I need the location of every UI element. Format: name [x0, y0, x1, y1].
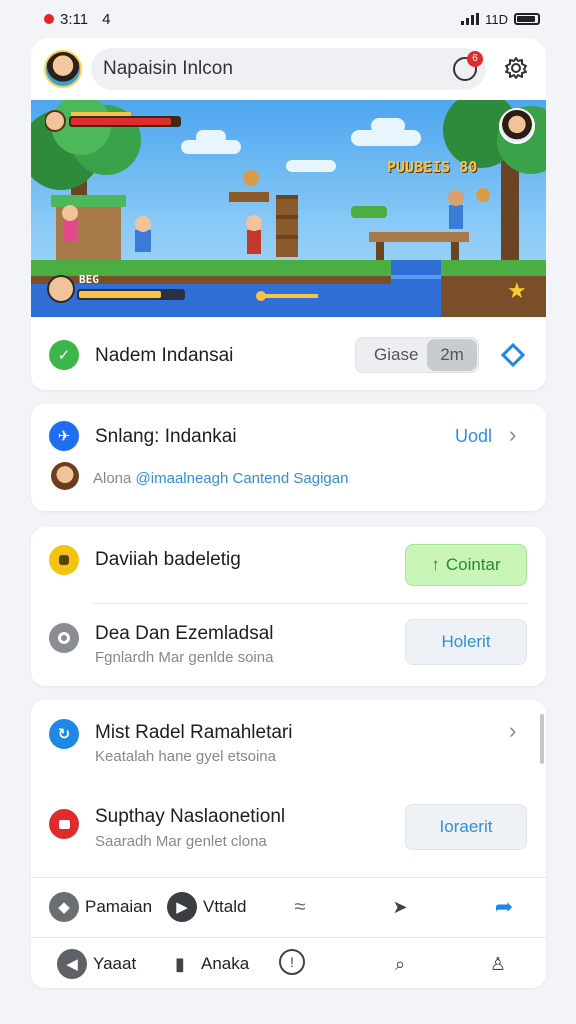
row2-sub: Fgnlardh Mar genlde soina — [95, 649, 274, 666]
tab-anaka[interactable]: ▮ Anaka — [165, 949, 249, 979]
pin-icon: ◆ — [49, 892, 79, 922]
share-icon: ➦ — [494, 894, 514, 919]
notification-badge: 6 — [467, 51, 483, 67]
contact-button[interactable]: ↑ Cointar — [405, 544, 527, 586]
check-icon: ✓ — [49, 340, 79, 370]
health-bar — [45, 110, 181, 132]
play-icon: ▶ — [167, 892, 197, 922]
tab-anaka-label: Anaka — [201, 954, 250, 973]
arrow-up-icon: ↑ — [431, 555, 440, 574]
game-banner[interactable]: PUUBEIS 80 BEG ★ — [31, 100, 546, 317]
tab-share[interactable]: ➦ — [489, 892, 519, 922]
recording-dot-icon — [44, 14, 54, 24]
status-time: 3:11 — [60, 10, 89, 28]
search-input[interactable]: Napaisin Inlcon — [91, 48, 486, 90]
tab-row-bottom: ◀ Yaaat ▮ Anaka ! ⌕ ♙ — [31, 937, 546, 988]
card-mode: ✓ Nadem Indansai Giase 2m — [31, 317, 546, 390]
top-header: Napaisin Inlcon 6 — [31, 38, 546, 100]
info-icon: ! — [279, 949, 305, 975]
card-mode-title: Nadem Indansai — [95, 345, 234, 366]
level-label: BEG — [79, 273, 99, 286]
player-avatar[interactable] — [499, 108, 535, 144]
status-extra: 4 — [102, 10, 111, 28]
airplane-icon: ✈ — [49, 421, 79, 451]
send-icon: ➤ — [392, 896, 408, 917]
tab-pamaian-label: Pamaian — [85, 897, 153, 916]
diamond-icon[interactable] — [501, 343, 525, 367]
back-arrow-icon: ◀ — [57, 949, 87, 979]
duration-input-label: Giase — [374, 345, 419, 364]
status-bar: 3:11 4 11D — [0, 0, 576, 38]
tab-vttald[interactable]: ▶ Vttald — [167, 892, 246, 922]
row2-title: Dea Dan Ezemladsal — [95, 623, 274, 644]
search-input-value: Napaisin Inlcon — [103, 58, 233, 79]
contact-button-label: Cointar — [445, 555, 501, 574]
status-right: 11D — [461, 12, 540, 27]
star-icon[interactable]: ★ — [507, 278, 527, 304]
tab-search[interactable]: ⌕ — [385, 949, 415, 979]
tab-yaaat-label: Yaaat — [93, 954, 137, 973]
tab-send[interactable]: ➤ — [385, 892, 415, 922]
energy-bar — [47, 275, 185, 303]
tab-vttald-label: Vttald — [203, 897, 247, 916]
score-label: PUUBEIS 80 — [387, 158, 478, 176]
tab-pamaian[interactable]: ◆ Pamaian — [49, 892, 152, 922]
tab-yaaat[interactable]: ◀ Yaaat — [57, 949, 136, 979]
sub-link[interactable]: @imaalneagh Cantend Sagigan — [136, 470, 349, 487]
signal-icon — [461, 13, 480, 25]
list-row2-sub: Saaradh Mar genlet clona — [95, 833, 267, 850]
duration-value[interactable]: 2m — [427, 339, 477, 371]
card-setting-title: Snlang: Indankai — [95, 426, 237, 447]
tab-row-top: ◆ Pamaian ▶ Vttald ≈ ➤ ➦ — [31, 877, 546, 937]
list-row1-sub: Keatalah hane gyel etsoina — [95, 748, 276, 765]
chevron-right-icon[interactable]: › — [509, 718, 516, 744]
app-screen: Napaisin Inlcon 6 PUUBEIS 80 BEG ★ ✓ Nad… — [31, 38, 546, 988]
list-row1-title: Mist Radel Ramahletari — [95, 722, 293, 743]
scrollbar[interactable] — [540, 714, 544, 764]
tab-wave[interactable]: ≈ — [285, 892, 315, 922]
divider — [93, 603, 527, 604]
bookmark-icon: ▮ — [175, 953, 185, 974]
lock-red-icon — [49, 809, 79, 839]
network-label: 11D — [485, 11, 508, 27]
lock-icon — [49, 545, 79, 575]
ioraerit-button[interactable]: Ioraerit — [405, 804, 527, 850]
person-icon: ♙ — [489, 953, 507, 974]
card-actions: Daviiah badeletig ↑ Cointar Dea Dan Ezem… — [31, 527, 546, 686]
user-avatar — [51, 462, 79, 490]
search-icon: ⌕ — [394, 953, 406, 974]
card-setting-sub: Alona @imaalneagh Cantend Sagigan — [93, 470, 348, 487]
refresh-icon: ↻ — [49, 719, 79, 749]
card-setting[interactable]: ✈ Snlang: Indankai Uodl › Alona @imaalne… — [31, 404, 546, 511]
row1-title: Daviiah badeletig — [95, 549, 241, 570]
profile-avatar[interactable] — [44, 50, 82, 88]
list-row2-title: Supthay Naslaonetionl — [95, 806, 286, 827]
circle-icon — [49, 623, 79, 653]
battery-icon — [514, 13, 540, 25]
sub-prefix: Alona — [93, 470, 132, 487]
settings-icon[interactable] — [503, 55, 529, 81]
tab-info[interactable]: ! — [279, 949, 305, 975]
holerit-button[interactable]: Holerit — [405, 619, 527, 665]
card-setting-action[interactable]: Uodl — [455, 426, 492, 447]
chevron-right-icon[interactable]: › — [509, 422, 516, 448]
status-left: 3:11 4 — [44, 11, 110, 28]
wave-icon: ≈ — [294, 895, 306, 918]
tab-profile[interactable]: ♙ — [483, 949, 513, 979]
